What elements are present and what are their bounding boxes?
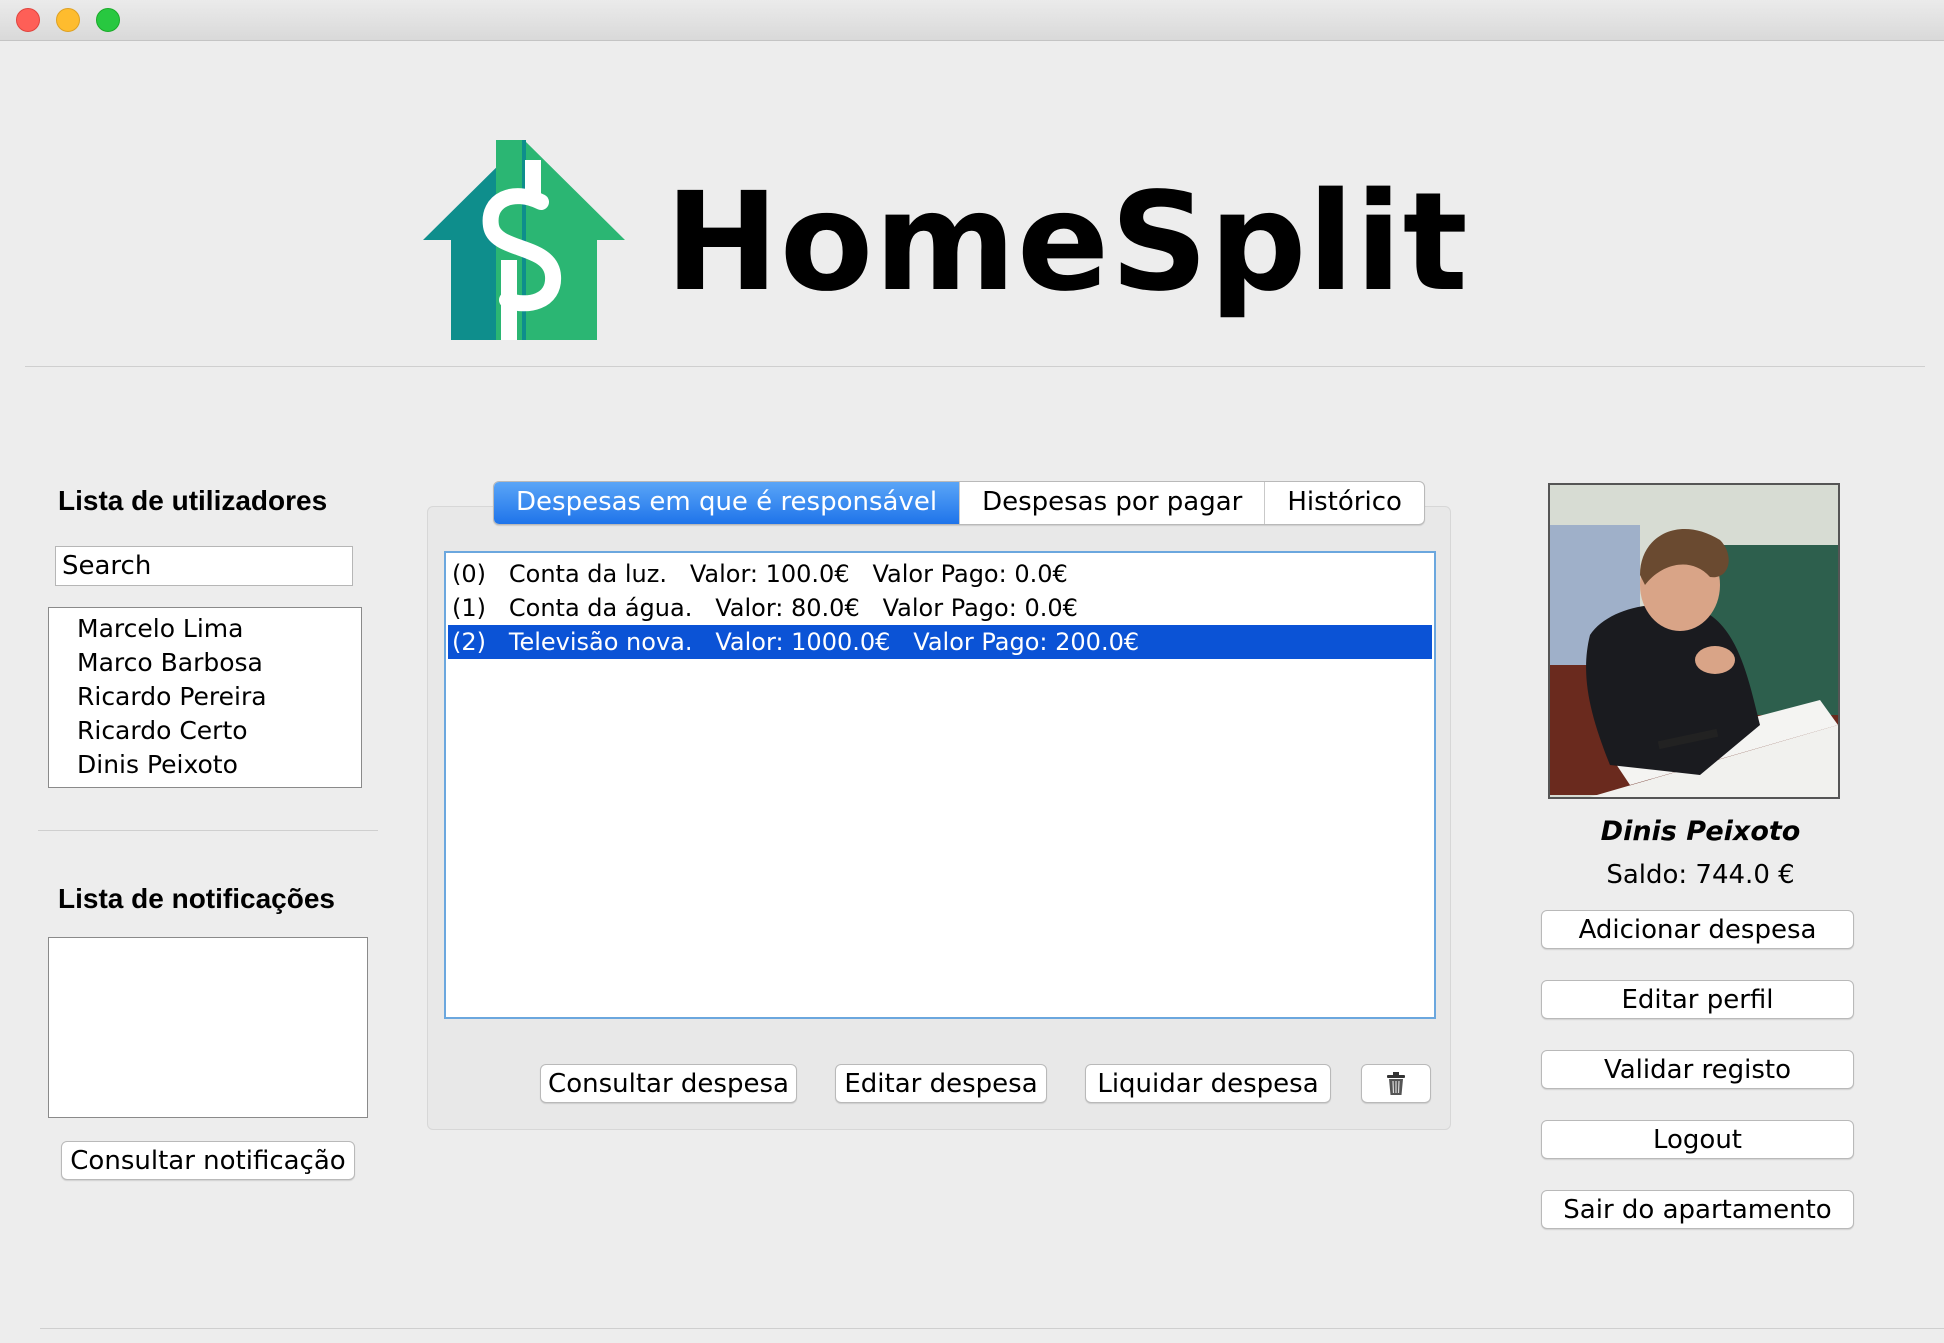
window-minimize-button[interactable] xyxy=(56,8,80,32)
notifications-list-title: Lista de notificações xyxy=(58,883,335,914)
tab-responsible-expenses[interactable]: Despesas em que é responsável xyxy=(494,482,961,524)
tab-unpaid-expenses[interactable]: Despesas por pagar xyxy=(960,482,1266,524)
expense-list-item[interactable]: (1) Conta da água. Valor: 80.0€ Valor Pa… xyxy=(448,591,1432,625)
trash-icon xyxy=(1387,1071,1405,1095)
profile-user-name: Dinis Peixoto xyxy=(1600,816,1801,847)
tab-history[interactable]: Histórico xyxy=(1265,482,1424,524)
settle-expense-button[interactable]: Liquidar despesa xyxy=(1085,1064,1331,1103)
window-maximize-button[interactable] xyxy=(96,8,120,32)
notifications-list[interactable] xyxy=(48,937,368,1118)
user-list-item[interactable]: Ricardo Certo xyxy=(49,714,361,748)
delete-expense-button[interactable] xyxy=(1361,1064,1431,1103)
window-titlebar xyxy=(0,0,1944,41)
balance-label: Saldo: xyxy=(1606,860,1688,890)
profile-avatar xyxy=(1548,483,1840,799)
edit-profile-button[interactable]: Editar perfil xyxy=(1541,980,1854,1019)
user-list-item[interactable]: Marco Barbosa xyxy=(49,646,361,680)
left-panel-separator xyxy=(38,830,378,831)
logout-button[interactable]: Logout xyxy=(1541,1120,1854,1159)
profile-photo-image xyxy=(1550,485,1838,797)
expense-list-item[interactable]: (0) Conta da luz. Valor: 100.0€ Valor Pa… xyxy=(448,557,1432,591)
expense-list-item-selected[interactable]: (2) Televisão nova. Valor: 1000.0€ Valor… xyxy=(448,625,1432,659)
add-expense-button[interactable]: Adicionar despesa xyxy=(1541,910,1854,949)
consult-notification-button[interactable]: Consultar notificação xyxy=(61,1141,355,1180)
users-list-title: Lista de utilizadores xyxy=(58,485,328,516)
expenses-list[interactable]: (0) Conta da luz. Valor: 100.0€ Valor Pa… xyxy=(444,551,1436,1019)
app-title: HomeSplit xyxy=(665,164,1469,322)
user-list-item[interactable]: Ricardo Pereira xyxy=(49,680,361,714)
validate-registration-button[interactable]: Validar registo xyxy=(1541,1050,1854,1089)
leave-apartment-button[interactable]: Sair do apartamento xyxy=(1541,1190,1854,1229)
profile-balance: Saldo: 744.0 € xyxy=(1548,860,1853,890)
users-list[interactable]: Marcelo Lima Marco Barbosa Ricardo Perei… xyxy=(48,607,362,788)
bottom-separator xyxy=(40,1328,1944,1329)
balance-value: 744.0 € xyxy=(1695,860,1795,890)
header-separator xyxy=(25,366,1925,367)
user-search-input[interactable] xyxy=(55,546,353,586)
expenses-tabs: Despesas em que é responsável Despesas p… xyxy=(493,481,1425,525)
consult-expense-button[interactable]: Consultar despesa xyxy=(540,1064,797,1103)
window-close-button[interactable] xyxy=(16,8,40,32)
user-list-item[interactable]: Marcelo Lima xyxy=(49,612,361,646)
user-list-item[interactable]: Dinis Peixoto xyxy=(49,748,361,782)
house-dollar-logo-icon xyxy=(423,140,625,340)
edit-expense-button[interactable]: Editar despesa xyxy=(835,1064,1047,1103)
